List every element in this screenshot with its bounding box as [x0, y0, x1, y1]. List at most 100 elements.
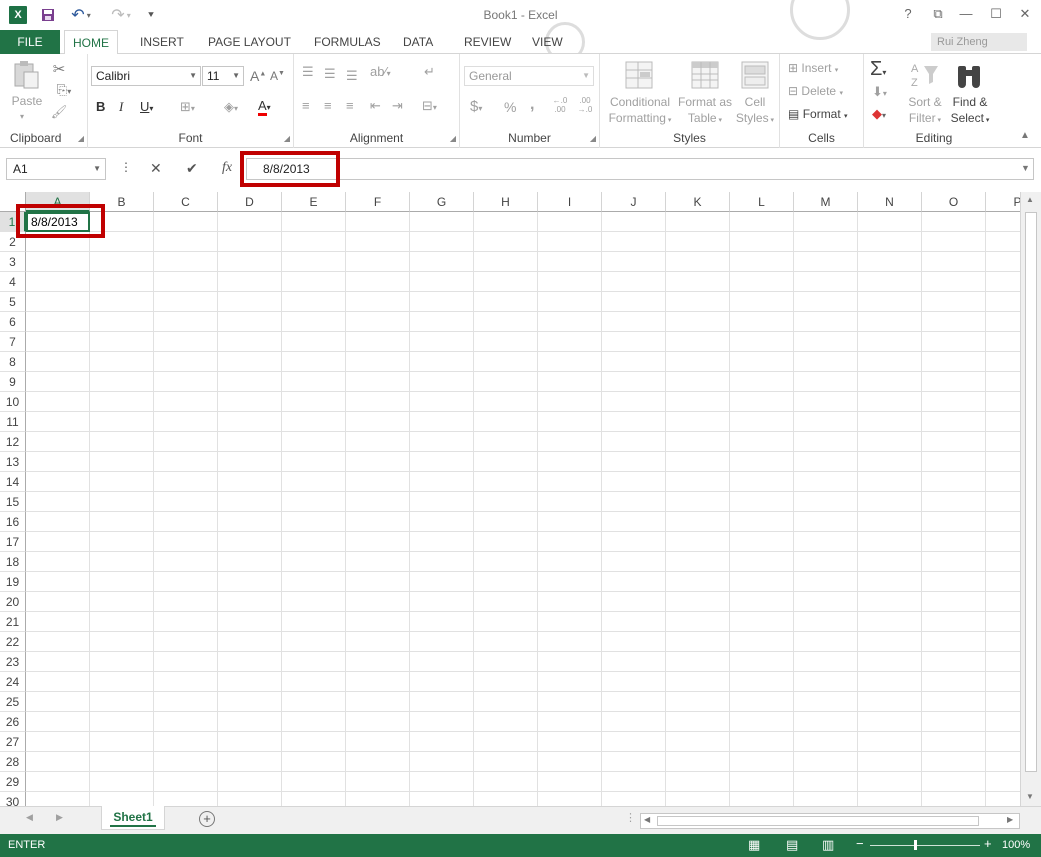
column-header-n[interactable]: N	[858, 192, 922, 212]
row-header-26[interactable]: 26	[0, 712, 26, 732]
normal-view-icon[interactable]: ▦	[748, 837, 760, 853]
help-button[interactable]: ?	[897, 4, 919, 24]
vertical-scrollbar[interactable]: ▲ ▼	[1020, 192, 1041, 806]
enter-entry-button[interactable]: ✔	[186, 160, 198, 177]
scroll-left-icon[interactable]: ◀	[644, 815, 650, 824]
new-sheet-button[interactable]: +	[199, 811, 215, 827]
column-header-o[interactable]: O	[922, 192, 986, 212]
tab-formulas[interactable]: FORMULAS	[306, 30, 389, 54]
paste-dropdown-icon[interactable]: ▾	[20, 112, 24, 121]
tab-home[interactable]: HOME	[64, 30, 118, 55]
fill-icon[interactable]: ⬇▾	[872, 84, 887, 100]
paste-button[interactable]: Paste	[8, 94, 46, 108]
column-header-f[interactable]: F	[346, 192, 410, 212]
column-header-c[interactable]: C	[154, 192, 218, 212]
row-header-25[interactable]: 25	[0, 692, 26, 712]
font-launcher-icon[interactable]: ◢	[284, 134, 290, 143]
autosum-icon[interactable]: Σ▾	[870, 58, 886, 81]
minimize-button[interactable]: —	[955, 4, 977, 24]
row-header-12[interactable]: 12	[0, 432, 26, 452]
align-left-icon[interactable]: ≡	[302, 98, 310, 113]
tab-insert[interactable]: INSERT	[132, 30, 192, 54]
row-header-4[interactable]: 4	[0, 272, 26, 292]
insert-function-button[interactable]: fx	[222, 160, 232, 176]
scroll-right-icon[interactable]: ▶	[1007, 815, 1013, 824]
collapse-ribbon-icon[interactable]: ▲	[1020, 130, 1030, 141]
column-header-l[interactable]: L	[730, 192, 794, 212]
increase-indent-icon[interactable]: ⇥	[392, 98, 403, 114]
underline-button[interactable]: U▾	[140, 99, 153, 114]
font-family-select[interactable]: Calibri ▼	[91, 66, 201, 86]
sheet-tab-sheet1[interactable]: Sheet1	[101, 806, 165, 830]
row-header-22[interactable]: 22	[0, 632, 26, 652]
paste-icon[interactable]	[12, 60, 42, 90]
row-header-9[interactable]: 9	[0, 372, 26, 392]
sort-filter-button[interactable]: Sort & Filter ▾	[904, 94, 946, 129]
row-header-23[interactable]: 23	[0, 652, 26, 672]
cut-icon[interactable]: ✂	[50, 60, 68, 78]
clear-icon[interactable]: ◆▾	[872, 106, 886, 122]
bold-button[interactable]: B	[96, 99, 105, 114]
decrease-decimal-button[interactable]: .00 →.0	[573, 96, 597, 114]
tab-data[interactable]: DATA	[395, 30, 441, 54]
row-header-30[interactable]: 30	[0, 792, 26, 806]
format-as-table-button[interactable]: Format as Table ▾	[676, 94, 734, 129]
copy-icon[interactable]: ⎘▾	[50, 82, 78, 98]
cells-area[interactable]	[26, 212, 1020, 806]
find-select-button[interactable]: Find & Select ▾	[948, 94, 992, 129]
prev-sheet-icon[interactable]: ◀	[26, 812, 33, 823]
zoom-out-icon[interactable]: −	[856, 836, 864, 851]
cell-styles-button[interactable]: Cell Styles ▾	[732, 94, 778, 129]
align-right-icon[interactable]: ≡	[346, 98, 354, 113]
page-break-view-icon[interactable]: ▥	[822, 837, 834, 853]
column-header-p[interactable]: P	[986, 192, 1020, 212]
zoom-level[interactable]: 100%	[1002, 839, 1030, 851]
horizontal-scroll-thumb[interactable]	[657, 816, 979, 826]
italic-button[interactable]: I	[119, 99, 123, 115]
insert-cells-button[interactable]: ⊞ Insert ▾	[788, 61, 862, 75]
row-header-21[interactable]: 21	[0, 612, 26, 632]
row-header-14[interactable]: 14	[0, 472, 26, 492]
row-header-20[interactable]: 20	[0, 592, 26, 612]
conditional-formatting-button[interactable]: Conditional Formatting ▾	[602, 94, 678, 129]
close-button[interactable]: ✕	[1014, 4, 1036, 24]
number-launcher-icon[interactable]: ◢	[590, 134, 596, 143]
page-layout-view-icon[interactable]: ▤	[786, 837, 798, 853]
zoom-in-icon[interactable]: +	[984, 836, 992, 851]
column-header-j[interactable]: J	[602, 192, 666, 212]
format-painter-icon[interactable]: 🖌	[50, 104, 68, 120]
formula-input[interactable]: 8/8/2013	[246, 158, 1034, 180]
merge-center-icon[interactable]: ⊟▾	[422, 98, 437, 114]
row-header-6[interactable]: 6	[0, 312, 26, 332]
cancel-entry-button[interactable]: ✕	[150, 160, 162, 177]
column-header-d[interactable]: D	[218, 192, 282, 212]
row-header-15[interactable]: 15	[0, 492, 26, 512]
zoom-slider[interactable]	[870, 845, 980, 846]
top-align-icon[interactable]: ☰	[302, 64, 314, 80]
row-header-17[interactable]: 17	[0, 532, 26, 552]
increase-decimal-button[interactable]: ←.0.00	[548, 96, 572, 114]
alignment-launcher-icon[interactable]: ◢	[450, 134, 456, 143]
borders-icon[interactable]: ⊞▾	[180, 99, 195, 115]
formula-bar-menu-icon[interactable]: ⋮	[120, 160, 132, 174]
scroll-up-icon[interactable]: ▲	[1026, 195, 1034, 204]
row-header-28[interactable]: 28	[0, 752, 26, 772]
row-header-27[interactable]: 27	[0, 732, 26, 752]
format-cells-button[interactable]: ▤ Format ▾	[788, 107, 862, 121]
tab-page-layout[interactable]: PAGE LAYOUT	[200, 30, 299, 54]
vertical-scroll-thumb[interactable]	[1025, 212, 1037, 772]
column-header-e[interactable]: E	[282, 192, 346, 212]
column-header-k[interactable]: K	[666, 192, 730, 212]
percent-button[interactable]: %	[504, 99, 516, 115]
tab-view[interactable]: VIEW	[524, 30, 571, 54]
row-header-10[interactable]: 10	[0, 392, 26, 412]
shrink-font-button[interactable]: A▼	[270, 69, 285, 83]
zoom-slider-thumb[interactable]	[914, 840, 917, 850]
tab-file[interactable]: FILE	[0, 30, 60, 54]
clipboard-launcher-icon[interactable]: ◢	[78, 134, 84, 143]
row-header-8[interactable]: 8	[0, 352, 26, 372]
column-header-i[interactable]: I	[538, 192, 602, 212]
fill-color-icon[interactable]: ◈▾	[224, 99, 238, 115]
expand-formula-bar-icon[interactable]: ▼	[1021, 163, 1030, 173]
row-header-5[interactable]: 5	[0, 292, 26, 312]
